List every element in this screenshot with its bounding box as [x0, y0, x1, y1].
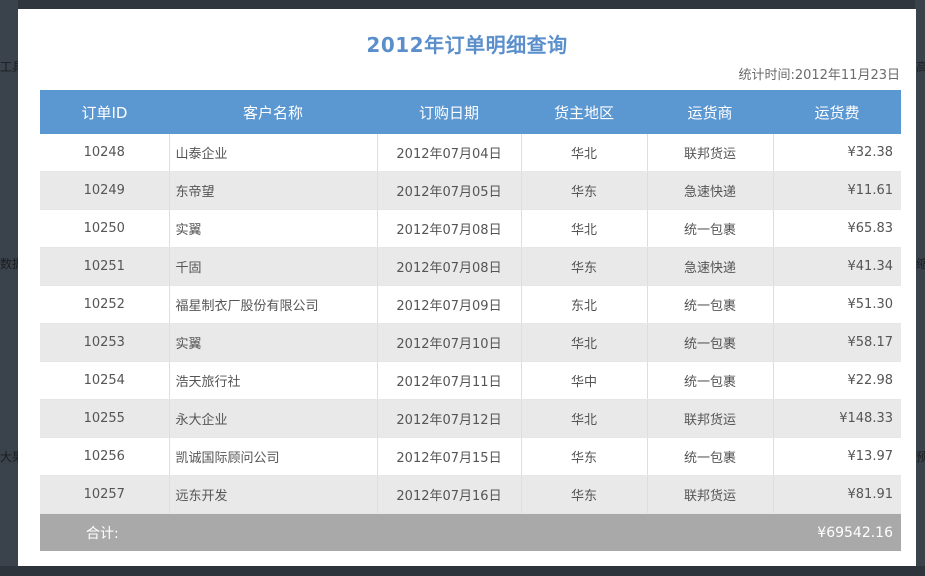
- table-row[interactable]: 10252 福星制衣厂股份有限公司 2012年07月09日 东北 统一包裹 ¥5…: [40, 285, 901, 324]
- cell-shipper: 统一包裹: [647, 437, 774, 476]
- cell-region: 东北: [521, 285, 648, 324]
- table-row[interactable]: 10257 远东开发 2012年07月16日 华东 联邦货运 ¥81.91: [40, 475, 901, 514]
- table-header-row: 订单ID 客户名称 订购日期 货主地区 运货商 运货费: [40, 90, 901, 134]
- total-label: 合计:: [40, 513, 773, 551]
- cell-region: 华北: [521, 323, 648, 362]
- total-value: ¥69542.16: [773, 513, 901, 551]
- cell-freight: ¥11.61: [773, 171, 901, 210]
- cell-order-id: 10250: [40, 209, 170, 248]
- column-header-order-id[interactable]: 订单ID: [40, 90, 169, 134]
- cell-freight: ¥22.98: [773, 361, 901, 400]
- cell-region: 华东: [521, 475, 648, 514]
- table-row[interactable]: 10256 凯诚国际顾问公司 2012年07月15日 华东 统一包裹 ¥13.9…: [40, 437, 901, 476]
- cell-freight: ¥13.97: [773, 437, 901, 476]
- cell-order-date: 2012年07月15日: [377, 437, 522, 476]
- table-row[interactable]: 10254 浩天旅行社 2012年07月11日 华中 统一包裹 ¥22.98: [40, 361, 901, 400]
- cell-customer: 实翼: [169, 323, 378, 362]
- cell-customer: 永大企业: [169, 399, 378, 438]
- statistics-time-value: 2012年11月23日: [794, 68, 900, 83]
- cell-order-date: 2012年07月09日: [377, 285, 522, 324]
- cell-customer: 远东开发: [169, 475, 378, 514]
- cell-order-date: 2012年07月08日: [377, 247, 522, 286]
- cell-order-id: 10248: [40, 134, 170, 172]
- modal-title: 2012年订单明细查询: [366, 33, 568, 57]
- cell-freight: ¥148.33: [773, 399, 901, 438]
- background-fragment: 缩: [916, 257, 925, 271]
- cell-order-id: 10256: [40, 437, 170, 476]
- cell-customer: 凯诚国际顾问公司: [169, 437, 378, 476]
- cell-region: 华东: [521, 437, 648, 476]
- cell-order-id: 10255: [40, 399, 170, 438]
- cell-shipper: 统一包裹: [647, 361, 774, 400]
- table-row[interactable]: 10248 山泰企业 2012年07月04日 华北 联邦货运 ¥32.38: [40, 134, 901, 172]
- cell-customer: 实翼: [169, 209, 378, 248]
- cell-order-date: 2012年07月11日: [377, 361, 522, 400]
- background-fragment: 预: [916, 450, 925, 464]
- orders-table: 订单ID 客户名称 订购日期 货主地区 运货商 运货费 10248 山泰企业 2…: [40, 90, 901, 551]
- table-total-row: 合计: ¥69542.16: [40, 513, 901, 551]
- cell-shipper: 统一包裹: [647, 285, 774, 324]
- cell-order-date: 2012年07月16日: [377, 475, 522, 514]
- order-detail-modal: 2012年订单明细查询 统计时间:2012年11月23日 订单ID 客户名称 订…: [18, 9, 916, 566]
- cell-region: 华中: [521, 361, 648, 400]
- statistics-time-label: 统计时间:: [738, 68, 795, 83]
- cell-region: 华东: [521, 247, 648, 286]
- cell-region: 华东: [521, 171, 648, 210]
- table-row[interactable]: 10255 永大企业 2012年07月12日 华北 联邦货运 ¥148.33: [40, 399, 901, 438]
- cell-customer: 千固: [169, 247, 378, 286]
- cell-customer: 福星制衣厂股份有限公司: [169, 285, 378, 324]
- cell-customer: 山泰企业: [169, 134, 378, 172]
- cell-region: 华北: [521, 399, 648, 438]
- cell-shipper: 统一包裹: [647, 323, 774, 362]
- table-row[interactable]: 10253 实翼 2012年07月10日 华北 统一包裹 ¥58.17: [40, 323, 901, 362]
- cell-shipper: 联邦货运: [647, 134, 774, 172]
- cell-freight: ¥81.91: [773, 475, 901, 514]
- cell-order-date: 2012年07月05日: [377, 171, 522, 210]
- cell-region: 华北: [521, 134, 648, 172]
- cell-customer: 东帝望: [169, 171, 378, 210]
- cell-order-id: 10251: [40, 247, 170, 286]
- background-left-edge: [0, 0, 18, 576]
- cell-order-id: 10253: [40, 323, 170, 362]
- cell-shipper: 联邦货运: [647, 475, 774, 514]
- column-header-order-date[interactable]: 订购日期: [377, 90, 521, 134]
- background-right-edge: [915, 0, 925, 576]
- cell-order-id: 10254: [40, 361, 170, 400]
- cell-freight: ¥41.34: [773, 247, 901, 286]
- cell-order-id: 10249: [40, 171, 170, 210]
- background-bottom-bar: [0, 566, 925, 576]
- cell-freight: ¥32.38: [773, 134, 901, 172]
- column-header-freight[interactable]: 运货费: [773, 90, 901, 134]
- cell-shipper: 联邦货运: [647, 399, 774, 438]
- cell-shipper: 急速快递: [647, 171, 774, 210]
- cell-region: 华北: [521, 209, 648, 248]
- cell-shipper: 急速快递: [647, 247, 774, 286]
- cell-order-date: 2012年07月04日: [377, 134, 522, 172]
- cell-freight: ¥58.17: [773, 323, 901, 362]
- column-header-region[interactable]: 货主地区: [521, 90, 647, 134]
- cell-freight: ¥51.30: [773, 285, 901, 324]
- table-row[interactable]: 10251 千固 2012年07月08日 华东 急速快递 ¥41.34: [40, 247, 901, 286]
- table-row[interactable]: 10250 实翼 2012年07月08日 华北 统一包裹 ¥65.83: [40, 209, 901, 248]
- table-row[interactable]: 10249 东帝望 2012年07月05日 华东 急速快递 ¥11.61: [40, 171, 901, 210]
- cell-shipper: 统一包裹: [647, 209, 774, 248]
- statistics-time: 统计时间:2012年11月23日: [738, 64, 900, 83]
- cell-order-date: 2012年07月10日: [377, 323, 522, 362]
- cell-customer: 浩天旅行社: [169, 361, 378, 400]
- cell-order-date: 2012年07月08日: [377, 209, 522, 248]
- background-fragment: 高: [916, 60, 925, 74]
- column-header-customer[interactable]: 客户名称: [169, 90, 377, 134]
- column-header-shipper[interactable]: 运货商: [647, 90, 773, 134]
- cell-order-id: 10252: [40, 285, 170, 324]
- cell-freight: ¥65.83: [773, 209, 901, 248]
- cell-order-id: 10257: [40, 475, 170, 514]
- cell-order-date: 2012年07月12日: [377, 399, 522, 438]
